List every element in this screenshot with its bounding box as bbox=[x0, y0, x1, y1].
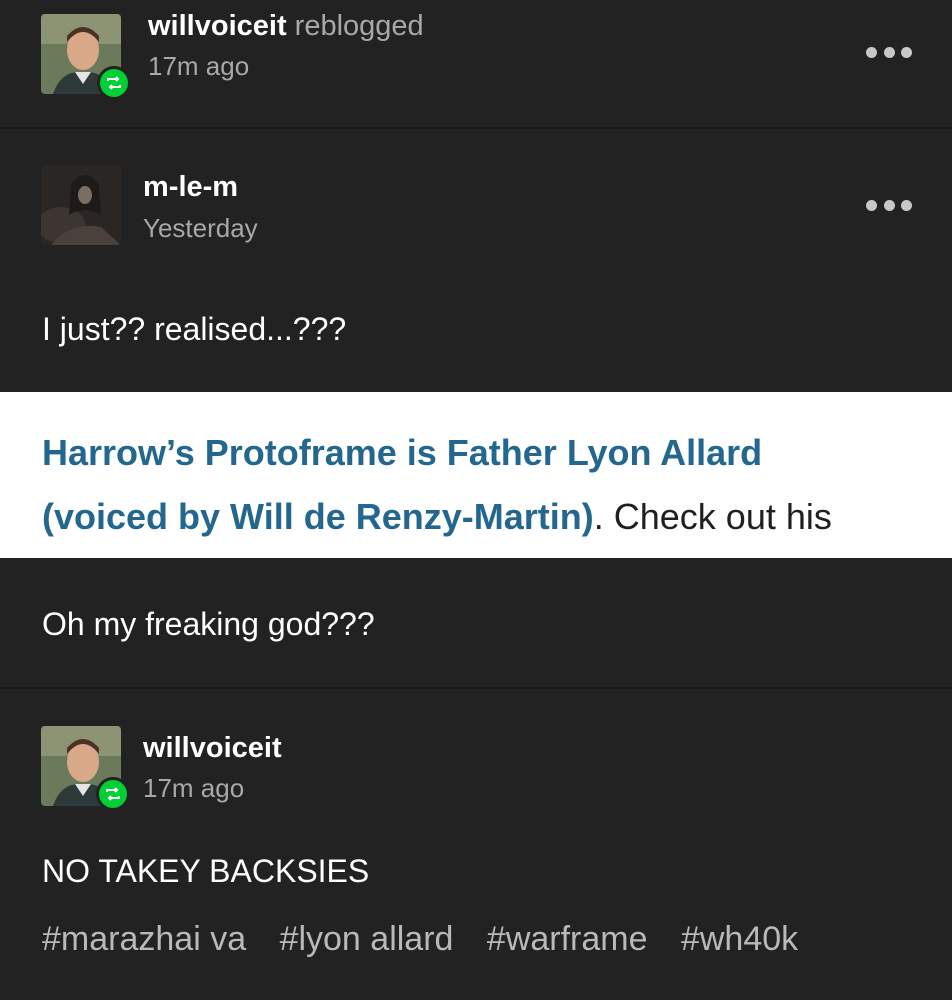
original-poster-username[interactable]: m-le-m bbox=[143, 171, 238, 204]
reblogger-name[interactable]: willvoiceit bbox=[148, 10, 287, 42]
reblog-timestamp[interactable]: 17m ago bbox=[148, 51, 249, 82]
post-text-2: Oh my freaking god??? bbox=[42, 606, 375, 642]
comment-text: NO TAKEY BACKSIES bbox=[42, 853, 370, 889]
more-options-button[interactable] bbox=[866, 40, 912, 64]
tag-wh40k[interactable]: #wh40k bbox=[681, 920, 798, 958]
quoted-screenshot[interactable]: Harrow’s Protoframe is Father Lyon Allar… bbox=[0, 392, 952, 558]
post-text-1: I just?? realised...??? bbox=[42, 311, 347, 347]
reblogger-username[interactable]: willvoiceit reblogged bbox=[148, 10, 424, 43]
post-tags: #marazhai va #lyon allard #warframe #wh4… bbox=[42, 920, 822, 959]
dot-icon bbox=[901, 46, 912, 58]
reblog-icon bbox=[97, 66, 131, 100]
dot-icon bbox=[866, 199, 877, 211]
quote-line-1: Harrow’s Protoframe is Father Lyon Allar… bbox=[42, 432, 763, 473]
reblog-icon bbox=[96, 777, 130, 811]
dot-icon bbox=[901, 199, 912, 211]
tag-marazhai-va[interactable]: #marazhai va bbox=[42, 920, 246, 958]
quote-link: (voiced by Will de Renzy-Martin) bbox=[42, 496, 594, 537]
post-more-options-button[interactable] bbox=[866, 193, 912, 217]
dot-icon bbox=[866, 46, 877, 58]
dot-icon bbox=[883, 46, 895, 58]
comment-timestamp[interactable]: 17m ago bbox=[143, 773, 244, 804]
tag-warframe[interactable]: #warframe bbox=[487, 920, 648, 958]
reblog-header: willvoiceit reblogged 17m ago bbox=[0, 0, 952, 128]
commenter-username[interactable]: willvoiceit bbox=[143, 732, 282, 765]
reblogged-label: reblogged bbox=[294, 10, 424, 42]
dot-icon bbox=[883, 199, 895, 211]
quote-line-2: (voiced by Will de Renzy-Martin). Check … bbox=[42, 496, 832, 538]
tag-lyon-allard[interactable]: #lyon allard bbox=[280, 920, 454, 958]
original-post-timestamp[interactable]: Yesterday bbox=[143, 213, 258, 244]
quote-plain-text: . Check out his bbox=[593, 496, 832, 537]
original-poster-avatar[interactable] bbox=[41, 165, 121, 245]
